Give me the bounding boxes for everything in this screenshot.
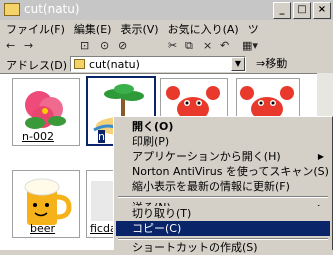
undo-icon[interactable]: ↶	[220, 39, 229, 53]
address-value: cut(natu)	[89, 58, 140, 71]
menu-tools[interactable]: ツ	[248, 21, 259, 37]
ctx-refresh-thumbnail[interactable]: 縮小表示を最新の情報に更新(F)	[116, 179, 330, 194]
file-label[interactable]: n-002	[22, 130, 54, 143]
minimize-button[interactable]: _	[273, 2, 291, 19]
ctx-copy[interactable]: コピー(C)	[116, 221, 330, 236]
cut-icon[interactable]: ✂	[168, 39, 177, 53]
window-title: cut(natu)	[24, 2, 80, 16]
ctx-open-with-label: アプリケーションから開く(H)	[132, 150, 281, 163]
menu-edit[interactable]: 編集(E)	[74, 21, 112, 37]
file-label[interactable]: n	[98, 130, 105, 143]
address-label: アドレス(D)	[6, 59, 68, 72]
maximize-button[interactable]: □	[293, 2, 311, 19]
window-controls: _ □ ×	[273, 2, 331, 19]
ctx-open-with[interactable]: アプリケーションから開く(H) ▶	[116, 149, 330, 164]
context-menu-lower: 切り取り(T) コピー(C) ショートカットの作成(S)	[113, 206, 333, 254]
submenu-arrow-icon: ▶	[317, 152, 324, 161]
address-bar: アドレス(D) cut(natu) ▼ ⇒移動	[0, 55, 333, 73]
menu-favorites[interactable]: お気に入り(A)	[168, 21, 239, 37]
ctx-create-shortcut[interactable]: ショートカットの作成(S)	[116, 240, 330, 255]
title-bar: cut(natu) _ □ ×	[0, 0, 333, 20]
menu-view[interactable]: 表示(V)	[120, 21, 158, 37]
views-icon[interactable]: ▦▾	[242, 39, 258, 53]
search-icon[interactable]: ⊙	[100, 39, 109, 53]
close-button[interactable]: ×	[313, 2, 331, 19]
ctx-open[interactable]: 開く(O)	[116, 119, 330, 134]
ctx-separator	[118, 196, 328, 198]
back-button[interactable]: ←	[6, 39, 15, 53]
toolbar: ← → ⊡ ⊙ ⊘ ✂ ⧉ × ↶ ▦▾	[0, 37, 333, 55]
ctx-norton-scan[interactable]: Norton AntiVirus を使ってスキャン(S)	[116, 164, 330, 179]
ctx-print[interactable]: 印刷(P)	[116, 134, 330, 149]
delete-icon[interactable]: ×	[203, 39, 212, 53]
up-folder-icon[interactable]: ⊡	[80, 39, 89, 53]
folder-icon	[74, 59, 85, 69]
ctx-cut[interactable]: 切り取り(T)	[116, 206, 330, 221]
file-label[interactable]: beer	[30, 222, 55, 235]
go-button[interactable]: ⇒移動	[256, 56, 326, 72]
menu-file[interactable]: ファイル(F)	[6, 21, 65, 37]
chevron-down-icon[interactable]: ▼	[231, 57, 245, 71]
address-input[interactable]: cut(natu) ▼	[70, 56, 246, 72]
menu-bar: ファイル(F) 編集(E) 表示(V) お気に入り(A) ツ	[0, 20, 333, 37]
forward-button[interactable]: →	[24, 39, 33, 53]
history-icon[interactable]: ⊘	[118, 39, 127, 53]
copy-icon[interactable]: ⧉	[185, 39, 193, 53]
folder-icon	[4, 3, 20, 16]
